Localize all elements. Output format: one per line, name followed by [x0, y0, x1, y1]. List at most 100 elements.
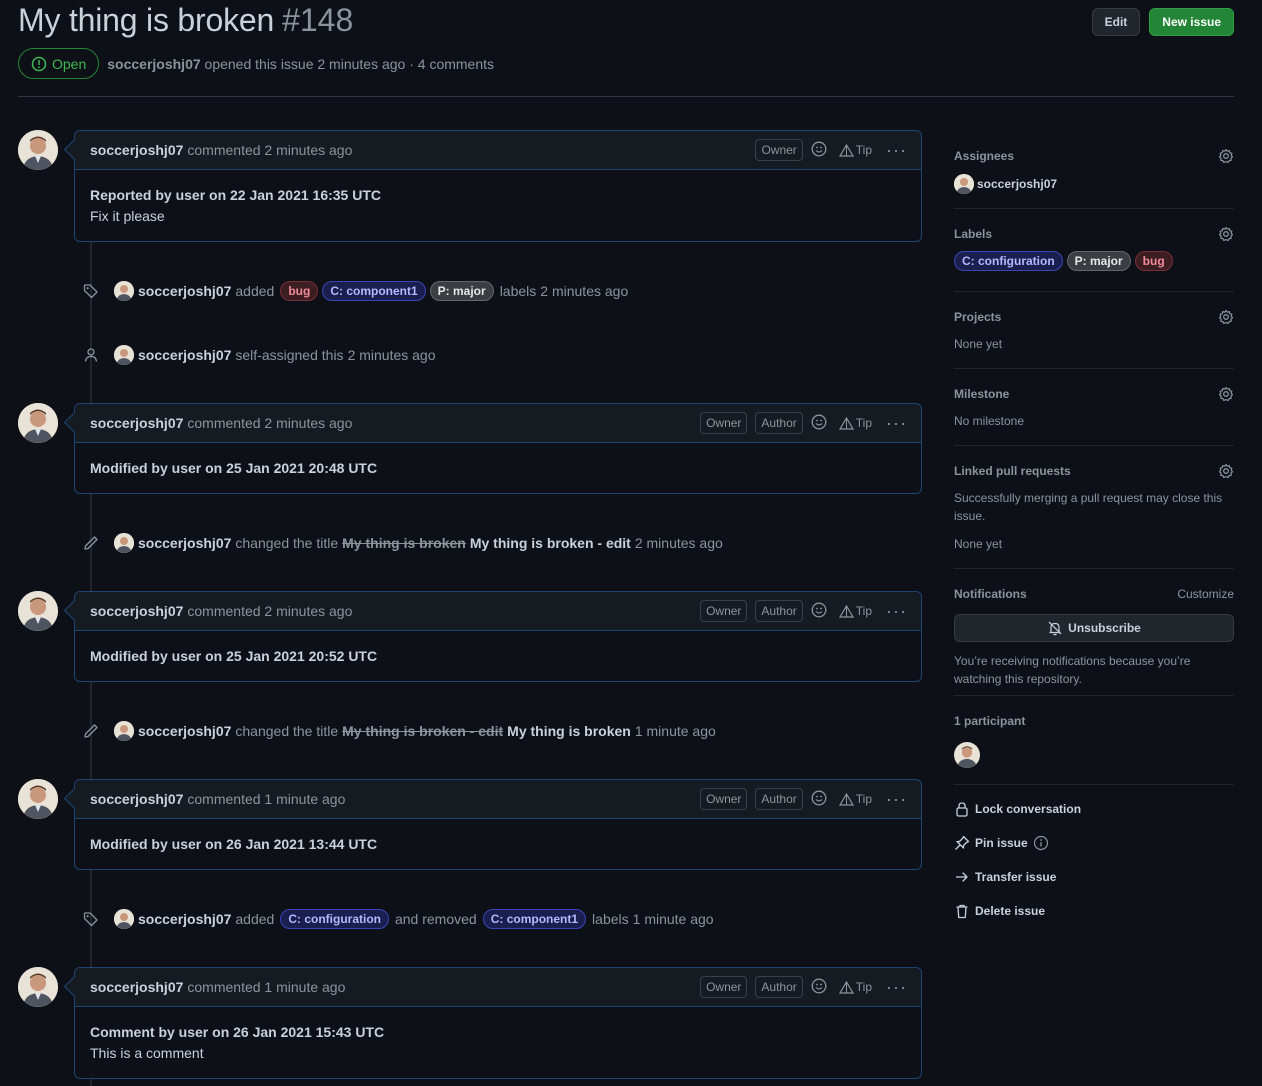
event-time[interactable]: 1 minute ago [633, 911, 714, 927]
customize-link[interactable]: Customize [1177, 587, 1234, 601]
issue-author-link[interactable]: soccerjoshj07 [107, 56, 200, 72]
event-text: and removed [394, 911, 477, 927]
comment-time[interactable]: commented 2 minutes ago [187, 603, 352, 619]
assignee[interactable]: soccerjoshj07 [954, 174, 1234, 194]
label-component1[interactable]: C: component1 [482, 909, 587, 929]
comment-author[interactable]: soccerjoshj07 [90, 415, 183, 431]
avatar[interactable] [114, 533, 134, 553]
labels-title[interactable]: Labels [954, 227, 992, 241]
timeline-line [90, 1079, 92, 1086]
comment-author[interactable]: soccerjoshj07 [90, 791, 183, 807]
avatar[interactable] [18, 403, 58, 443]
sidebar-linked-prs: Linked pull requests Successfully mergin… [954, 462, 1234, 569]
comment-actions: Owner Author Tip ··· [700, 788, 907, 810]
event-time[interactable]: 1 minute ago [635, 723, 716, 739]
event-time[interactable]: 2 minutes ago [540, 283, 628, 299]
linked-prs-title[interactable]: Linked pull requests [954, 464, 1071, 478]
delete-label: Delete issue [975, 904, 1046, 918]
avatar[interactable] [18, 967, 58, 1007]
lock-conversation-link[interactable]: Lock conversation [954, 801, 1081, 817]
status-text: Open [52, 55, 87, 72]
comment-actions: Owner Author Tip ··· [700, 600, 907, 622]
smiley-icon[interactable] [811, 978, 827, 997]
info-icon[interactable] [1033, 835, 1049, 851]
smiley-icon[interactable] [811, 414, 827, 433]
avatar[interactable] [114, 345, 134, 365]
comment-header: soccerjoshj07 commented 2 minutes ago Ow… [75, 592, 921, 631]
linked-prs-desc: Successfully merging a pull request may … [954, 491, 1223, 523]
event-author[interactable]: soccerjoshj07 [138, 911, 231, 927]
comment-time[interactable]: commented 2 minutes ago [187, 415, 352, 431]
label-bug[interactable]: bug [280, 281, 319, 301]
comment-time[interactable]: commented 2 minutes ago [187, 142, 352, 158]
event-author[interactable]: soccerjoshj07 [138, 723, 231, 739]
sidebar-heading: Linked pull requests [954, 462, 1234, 480]
projects-value: None yet [954, 337, 1003, 351]
unsubscribe-button[interactable]: Unsubscribe [954, 614, 1234, 642]
more-options-icon[interactable]: ··· [886, 414, 907, 432]
event-author[interactable]: soccerjoshj07 [138, 283, 231, 299]
comment-author[interactable]: soccerjoshj07 [90, 979, 183, 995]
label-major[interactable]: P: major [429, 281, 494, 301]
label-component1[interactable]: C: component1 [322, 281, 426, 301]
avatar[interactable] [954, 742, 980, 768]
assignees-title[interactable]: Assignees [954, 149, 1014, 163]
gear-icon[interactable] [1218, 463, 1234, 479]
delete-issue-link[interactable]: Delete issue [954, 903, 1045, 919]
gear-icon[interactable] [1218, 309, 1234, 325]
pin-issue-link[interactable]: Pin issue [954, 835, 1049, 851]
tip-button[interactable]: Tip [838, 143, 872, 157]
gear-icon[interactable] [1218, 386, 1234, 402]
gear-icon[interactable] [1218, 226, 1234, 242]
edit-button[interactable]: Edit [1091, 8, 1141, 36]
sidebar-projects: Projects None yet [954, 308, 1234, 369]
avatar[interactable] [114, 721, 134, 741]
event-time[interactable]: 2 minutes ago [635, 535, 723, 551]
avatar[interactable] [18, 779, 58, 819]
label-configuration[interactable]: C: configuration [954, 251, 1063, 271]
smiley-icon[interactable] [811, 790, 827, 809]
owner-badge: Owner [700, 976, 748, 998]
avatar[interactable] [114, 909, 134, 929]
label-bug[interactable]: bug [1134, 251, 1173, 271]
pencil-icon [82, 534, 100, 552]
issue-meta-text: soccerjoshj07 opened this issue 2 minute… [107, 56, 494, 72]
more-options-icon[interactable]: ··· [886, 602, 907, 620]
smiley-icon[interactable] [811, 141, 827, 160]
avatar[interactable] [114, 281, 134, 301]
event-author[interactable]: soccerjoshj07 [138, 535, 231, 551]
event-author[interactable]: soccerjoshj07 [138, 347, 231, 363]
comment-author[interactable]: soccerjoshj07 [90, 142, 183, 158]
sidebar-notifications: Notifications Customize Unsubscribe You’r… [954, 585, 1234, 696]
event-text: self-assigned this [235, 347, 344, 363]
smiley-icon[interactable] [811, 602, 827, 621]
new-issue-button[interactable]: New issue [1149, 8, 1234, 36]
sidebar-assignees: Assignees soccerjoshj07 [954, 147, 1234, 209]
label-major[interactable]: P: major [1066, 251, 1131, 271]
tip-button[interactable]: Tip [838, 416, 872, 430]
avatar[interactable] [18, 591, 58, 631]
event-text: added [235, 911, 275, 927]
comment-line: Modified by user on 26 Jan 2021 13:44 UT… [90, 836, 378, 852]
comment-time[interactable]: commented 1 minute ago [187, 979, 345, 995]
comment-time[interactable]: commented 1 minute ago [187, 791, 345, 807]
tip-button[interactable]: Tip [838, 980, 872, 994]
milestone-value: No milestone [954, 414, 1025, 428]
event-time[interactable]: 2 minutes ago [348, 347, 436, 363]
gear-icon[interactable] [1218, 148, 1234, 164]
more-options-icon[interactable]: ··· [886, 978, 907, 996]
more-options-icon[interactable]: ··· [886, 790, 907, 808]
avatar[interactable] [18, 130, 58, 170]
comment-author[interactable]: soccerjoshj07 [90, 603, 183, 619]
tip-button[interactable]: Tip [838, 792, 872, 806]
bell-slash-icon [1048, 621, 1062, 636]
projects-title[interactable]: Projects [954, 310, 1001, 324]
event-text: labels [592, 911, 629, 927]
tip-button[interactable]: Tip [838, 604, 872, 618]
comment-line: Modified by user on 25 Jan 2021 20:48 UT… [90, 460, 378, 476]
transfer-issue-link[interactable]: Transfer issue [954, 869, 1056, 885]
triangle-icon [838, 143, 854, 157]
label-configuration[interactable]: C: configuration [280, 909, 389, 929]
more-options-icon[interactable]: ··· [886, 141, 907, 159]
milestone-title[interactable]: Milestone [954, 387, 1009, 401]
